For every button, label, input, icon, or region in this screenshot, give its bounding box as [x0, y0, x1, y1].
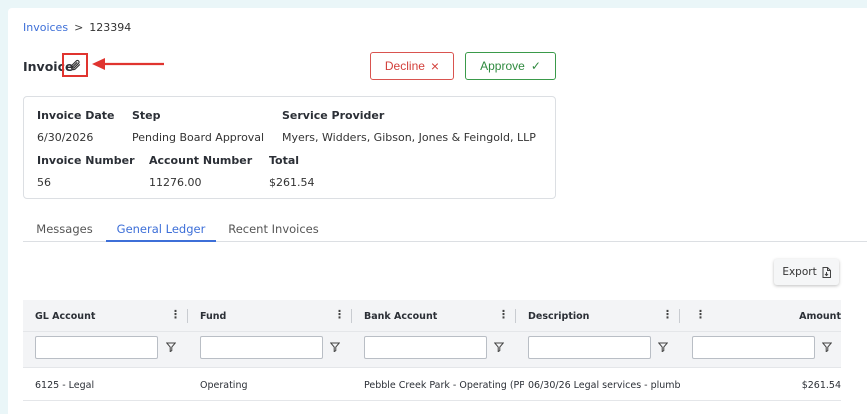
grid-header-row: GL Account ⋮ Fund ⋮ Bank Account ⋮ Descr… [23, 300, 841, 332]
column-header-description[interactable]: Description [528, 300, 589, 332]
account-number-value: 11276.00 [149, 176, 202, 189]
service-provider-value: Myers, Widders, Gibson, Jones & Feingold… [282, 131, 536, 144]
export-file-icon [822, 266, 831, 278]
description-column-menu-icon[interactable]: ⋮ [662, 309, 673, 321]
column-header-gl-account[interactable]: GL Account [35, 300, 95, 332]
gl-account-filter-input[interactable] [35, 336, 158, 359]
account-number-label: Account Number [149, 154, 253, 167]
bank-account-cell: Pebble Creek Park - Operating (PPB) [364, 380, 524, 391]
decline-label: Decline [384, 59, 425, 73]
invoice-date-field: Invoice Date 6/30/2026 [37, 109, 115, 144]
column-divider[interactable] [679, 309, 680, 323]
breadcrumb-separator: > [74, 21, 84, 34]
fund-cell: Operating [200, 380, 248, 391]
export-label: Export [782, 266, 817, 278]
step-value: Pending Board Approval [132, 131, 265, 144]
check-icon: ✓ [530, 59, 541, 73]
column-header-fund[interactable]: Fund [200, 300, 226, 332]
account-number-field: Account Number 11276.00 [149, 154, 252, 189]
breadcrumb-current: 123394 [89, 21, 132, 34]
gl-account-filter-icon[interactable] [166, 342, 176, 352]
paperclip-icon [70, 59, 81, 71]
table-row[interactable]: 6125 - Legal Operating Pebble Creek Park… [23, 368, 841, 401]
invoice-date-label: Invoice Date [37, 109, 115, 122]
invoice-summary-card: Invoice Date 6/30/2026 Step Pending Boar… [23, 96, 556, 199]
fund-filter-input[interactable] [200, 336, 323, 359]
amount-column-menu-icon[interactable]: ⋮ [695, 309, 706, 321]
invoice-number-value: 56 [37, 176, 51, 189]
column-divider[interactable] [515, 309, 516, 323]
decline-button[interactable]: Decline × [370, 52, 454, 80]
breadcrumb-invoices-link[interactable]: Invoices [23, 21, 68, 34]
invoice-number-label: Invoice Number [37, 154, 135, 167]
grid-filter-row [23, 332, 841, 368]
step-label: Step [132, 109, 161, 122]
column-divider[interactable] [351, 309, 352, 323]
total-label: Total [269, 154, 300, 167]
amount-cell: $261.54 [801, 380, 841, 391]
tab-general-ledger[interactable]: General Ledger [106, 214, 216, 242]
bank-account-filter-input[interactable] [364, 336, 487, 359]
gl-account-cell: 6125 - Legal [35, 380, 95, 391]
description-cell: 06/30/26 Legal services - plumbing r [528, 380, 680, 391]
tab-bar: Messages General Ledger Recent Invoices [23, 214, 867, 242]
bank-account-column-menu-icon[interactable]: ⋮ [498, 309, 509, 321]
column-header-bank-account[interactable]: Bank Account [364, 300, 437, 332]
fund-column-menu-icon[interactable]: ⋮ [334, 309, 345, 321]
breadcrumb: Invoices > 123394 [23, 21, 131, 34]
amount-filter-icon[interactable] [822, 342, 832, 352]
invoice-number-field: Invoice Number 56 [37, 154, 135, 189]
description-filter-input[interactable] [528, 336, 651, 359]
close-icon: × [430, 58, 440, 74]
fund-filter-icon[interactable] [330, 342, 340, 352]
tab-messages[interactable]: Messages [23, 214, 106, 242]
export-button[interactable]: Export [774, 259, 839, 285]
approve-button[interactable]: Approve ✓ [465, 52, 556, 80]
annotation-arrow [92, 58, 164, 70]
total-value: $261.54 [269, 176, 315, 189]
bank-account-filter-icon[interactable] [494, 342, 504, 352]
gl-account-column-menu-icon[interactable]: ⋮ [170, 309, 181, 321]
service-provider-label: Service Provider [282, 109, 385, 122]
step-field: Step Pending Board Approval [132, 109, 264, 144]
description-filter-icon[interactable] [658, 342, 668, 352]
amount-filter-input[interactable] [692, 336, 815, 359]
invoice-page: Invoices > 123394 Invoice Decline × Appr… [8, 8, 867, 414]
approve-label: Approve [480, 59, 525, 73]
column-divider[interactable] [187, 309, 188, 323]
tab-recent-invoices[interactable]: Recent Invoices [216, 214, 331, 242]
column-header-amount[interactable]: Amount [771, 300, 841, 332]
invoice-date-value: 6/30/2026 [37, 131, 94, 144]
service-provider-field: Service Provider Myers, Widders, Gibson,… [282, 109, 536, 144]
general-ledger-grid: GL Account ⋮ Fund ⋮ Bank Account ⋮ Descr… [23, 300, 841, 401]
total-field: Total $261.54 [269, 154, 315, 189]
attachment-button[interactable] [62, 53, 88, 77]
